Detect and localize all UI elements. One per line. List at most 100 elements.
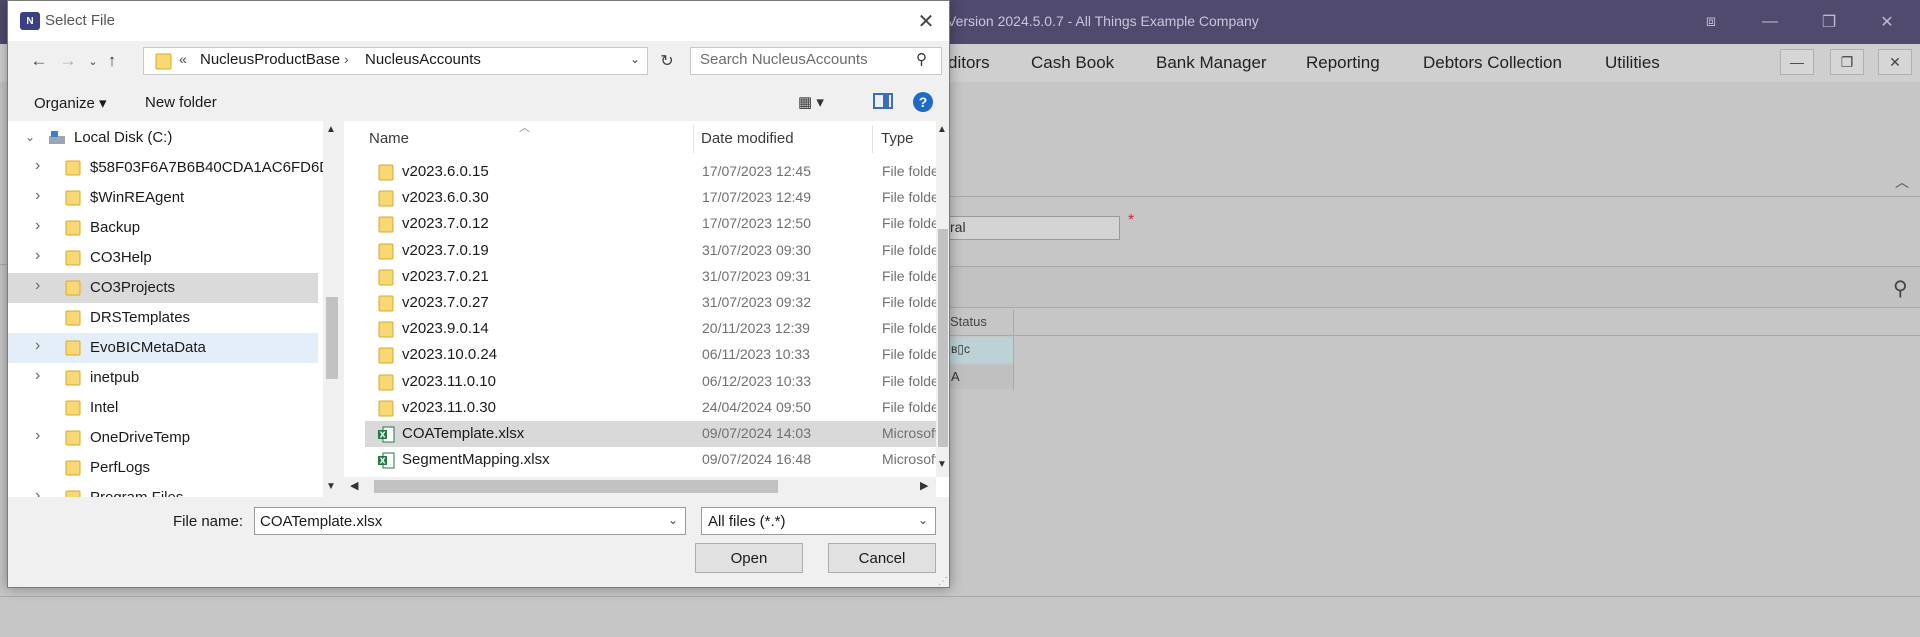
tree-item[interactable]: › $WinREAgent: [8, 183, 318, 213]
resize-grip-icon[interactable]: ⋰: [938, 576, 948, 587]
grid-search-bar: [945, 266, 1920, 308]
app-minimize-button[interactable]: —: [1741, 0, 1799, 44]
expand-arrow-icon[interactable]: ›: [35, 157, 40, 175]
tree-item[interactable]: › $58F03F6A7B6B40CDA1AC6FD6D24: [8, 153, 323, 183]
menu-utilities[interactable]: Utilities: [1605, 53, 1660, 73]
folder-icon: [65, 430, 81, 446]
file-type: File folder: [882, 398, 936, 415]
file-row[interactable]: X COATemplate.xlsx 09/07/2024 14:03 Microso…: [365, 421, 936, 447]
scrollbar-thumb[interactable]: [326, 297, 338, 379]
organize-button[interactable]: Organize ▾: [34, 94, 107, 112]
search-icon[interactable]: ⚲: [916, 50, 927, 68]
folder-row[interactable]: v2023.7.0.21 31/07/2023 09:31 File folder: [365, 264, 936, 290]
folder-row[interactable]: v2023.9.0.14 20/11/2023 12:39 File folder: [365, 316, 936, 342]
breadcrumb-separator-icon[interactable]: ›: [344, 51, 349, 67]
file-type-filter-select[interactable]: All files (*.*): [701, 507, 936, 535]
folder-icon: [65, 370, 81, 386]
file-name-input[interactable]: COATemplate.xlsx: [254, 507, 686, 535]
expand-arrow-icon[interactable]: ›: [35, 427, 40, 445]
folder-row[interactable]: v2023.11.0.30 24/04/2024 09:50 File folder: [365, 395, 936, 421]
menu-creditors[interactable]: ditors: [948, 53, 990, 73]
background-text-field[interactable]: ral: [945, 216, 1120, 240]
search-input[interactable]: Search NucleusAccounts: [700, 51, 868, 68]
folder-row[interactable]: v2023.11.0.10 06/12/2023 10:33 File folder: [365, 369, 936, 395]
mdi-restore-button[interactable]: ❐: [1830, 49, 1864, 75]
expand-arrow-icon[interactable]: ›: [35, 187, 40, 205]
app-close-button[interactable]: ✕: [1858, 0, 1916, 44]
tree-item-local-disk[interactable]: ⌄ Local Disk (C:): [8, 123, 318, 153]
dialog-close-button[interactable]: ✕: [911, 7, 941, 35]
search-icon[interactable]: ⚲: [1893, 276, 1908, 301]
refresh-icon[interactable]: ↻: [656, 48, 678, 74]
scrollbar-thumb[interactable]: [374, 480, 778, 493]
menu-reporting[interactable]: Reporting: [1306, 53, 1380, 73]
tree-item[interactable]: › Program Files: [8, 483, 318, 497]
scrollbar-thumb[interactable]: [938, 229, 948, 447]
mdi-minimize-button[interactable]: —: [1780, 49, 1814, 75]
expand-arrow-icon[interactable]: ›: [35, 487, 40, 497]
tree-item[interactable]: › CO3Projects: [8, 273, 318, 303]
scroll-left-icon[interactable]: ◀: [350, 479, 358, 492]
view-options-icon[interactable]: ▦ ▾: [798, 93, 824, 111]
scroll-up-icon[interactable]: ▲: [326, 124, 336, 135]
address-overflow-chevron-icon[interactable]: «: [179, 51, 187, 67]
column-type[interactable]: Type: [881, 130, 914, 147]
menu-debtors-collection[interactable]: Debtors Collection: [1423, 53, 1562, 73]
grid-cell[interactable]: A: [945, 365, 1013, 389]
folder-icon: [378, 269, 394, 286]
expand-arrow-icon[interactable]: ›: [35, 217, 40, 235]
folder-row[interactable]: v2023.6.0.15 17/07/2023 12:45 File folder: [365, 159, 936, 185]
column-divider[interactable]: [693, 125, 694, 153]
column-date-modified[interactable]: Date modified: [701, 130, 794, 147]
menu-bank-manager[interactable]: Bank Manager: [1156, 53, 1267, 73]
forward-arrow-icon[interactable]: →: [57, 49, 79, 73]
cancel-button[interactable]: Cancel: [828, 543, 936, 573]
preview-pane-icon[interactable]: [873, 93, 893, 109]
tree-item[interactable]: › Backup: [8, 213, 318, 243]
breadcrumb-segment[interactable]: NucleusProductBase: [200, 51, 340, 68]
help-icon[interactable]: ?: [913, 92, 933, 112]
folder-row[interactable]: v2023.7.0.19 31/07/2023 09:30 File folder: [365, 238, 936, 264]
back-arrow-icon[interactable]: ←: [28, 49, 50, 73]
filter-dropdown-chevron-icon[interactable]: ⌄: [918, 513, 928, 527]
open-button[interactable]: Open: [695, 543, 803, 573]
menu-cash-book[interactable]: Cash Book: [1031, 53, 1114, 73]
expand-arrow-icon[interactable]: ›: [35, 277, 40, 295]
folder-row[interactable]: v2023.7.0.12 17/07/2023 12:50 File folder: [365, 211, 936, 237]
tree-item[interactable]: › EvoBICMetaData: [8, 333, 318, 363]
folder-row[interactable]: v2023.7.0.27 31/07/2023 09:32 File folder: [365, 290, 936, 316]
tree-item[interactable]: › OneDriveTemp: [8, 423, 318, 453]
expand-arrow-icon[interactable]: ⌄: [25, 130, 35, 144]
scroll-right-icon[interactable]: ▶: [920, 479, 928, 492]
tree-item[interactable]: › CO3Help: [8, 243, 318, 273]
scroll-down-icon[interactable]: ▼: [937, 459, 947, 470]
tree-item[interactable]: PerfLogs: [8, 453, 318, 483]
grid-header: [945, 310, 1920, 336]
folder-row[interactable]: v2023.10.0.24 06/11/2023 10:33 File folder: [365, 342, 936, 368]
folder-row[interactable]: v2023.6.0.30 17/07/2023 12:49 File folder: [365, 185, 936, 211]
expand-arrow-icon[interactable]: ›: [35, 337, 40, 355]
breadcrumb-segment[interactable]: NucleusAccounts: [365, 51, 481, 68]
grid-cell[interactable]: ʙ▯c: [945, 338, 1013, 363]
column-divider[interactable]: [872, 125, 873, 153]
up-arrow-icon[interactable]: ↑: [101, 49, 123, 73]
expand-arrow-icon[interactable]: ›: [35, 367, 40, 385]
new-folder-button[interactable]: New folder: [145, 94, 217, 111]
tree-item[interactable]: DRSTemplates: [8, 303, 318, 333]
file-name-dropdown-chevron-icon[interactable]: ⌄: [668, 513, 678, 527]
column-name[interactable]: Name: [369, 130, 409, 147]
file-row[interactable]: X SegmentMapping.xlsx 09/07/2024 16:48 Micr…: [365, 447, 936, 473]
grid-status-header[interactable]: Status: [950, 314, 987, 329]
app-maximize-button[interactable]: ❐: [1800, 0, 1858, 44]
mdi-close-button[interactable]: ✕: [1878, 49, 1912, 75]
file-type: File folder: [882, 215, 936, 232]
file-date-modified: 06/11/2023 10:33: [702, 346, 810, 363]
expand-arrow-icon[interactable]: ›: [35, 247, 40, 265]
scroll-up-icon[interactable]: ▲: [937, 124, 947, 135]
chevron-up-icon[interactable]: ︿: [1895, 172, 1909, 192]
scroll-down-icon[interactable]: ▼: [326, 481, 336, 492]
tree-item[interactable]: › inetpub: [8, 363, 318, 393]
tree-item[interactable]: Intel: [8, 393, 318, 423]
app-restore-icon[interactable]: ⧈: [1682, 0, 1740, 44]
address-dropdown-chevron-icon[interactable]: ⌄: [630, 52, 640, 66]
